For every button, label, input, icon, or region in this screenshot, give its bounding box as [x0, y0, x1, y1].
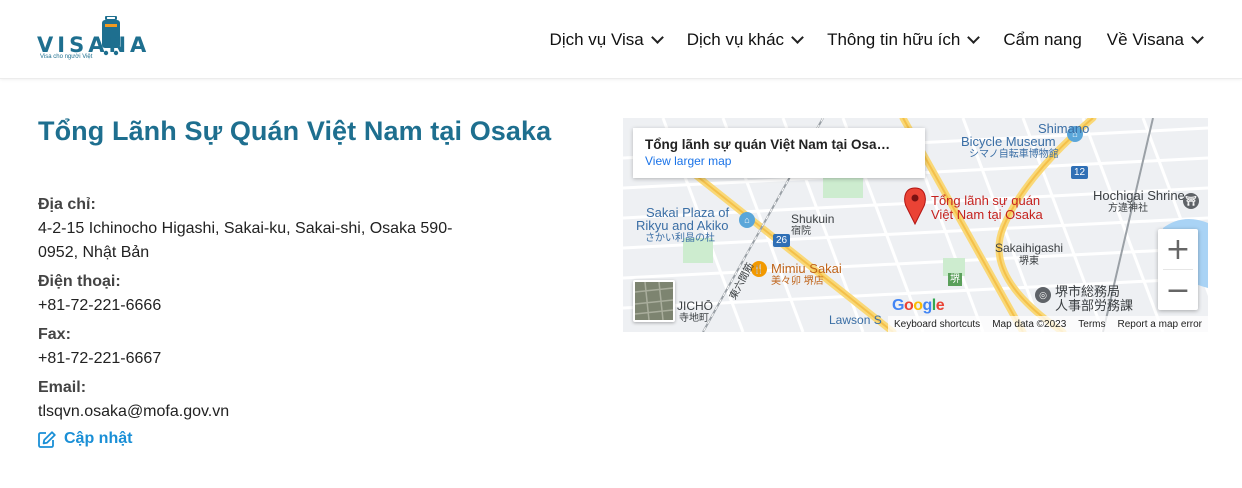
report-map-error-link[interactable]: Report a map error	[1118, 319, 1202, 330]
nav-item-handbook[interactable]: Cẩm nang	[1003, 30, 1081, 50]
visana-logo[interactable]: VISANA Visa cho người Việt	[37, 16, 146, 64]
satellite-thumbnail-icon	[635, 282, 673, 320]
shrine-icon[interactable]: ⛩	[1183, 193, 1199, 209]
nav-item-other-services[interactable]: Dịch vụ khác	[686, 29, 804, 50]
email-label: Email:	[38, 379, 87, 396]
map-label-sakai-sign: 堺	[948, 273, 962, 286]
office-icon[interactable]: ◎	[1035, 287, 1051, 303]
consulate-info: Địa chỉ: 4-2-15 Ichinocho Higashi, Sakai…	[38, 188, 508, 448]
view-larger-map-link[interactable]: View larger map	[645, 154, 913, 168]
zoom-controls: + −	[1158, 229, 1198, 310]
fax-label: Fax:	[38, 326, 71, 343]
main-nav: Dịch vụ Visa Dịch vụ khác Thông tin hữu …	[549, 0, 1204, 79]
logo-tagline: Visa cho người Việt	[40, 54, 93, 60]
chevron-down-icon	[791, 30, 804, 44]
map-label-mimiu-jp: 美々卯 堺店	[771, 276, 824, 287]
map-data-attribution: Map data ©2023	[992, 318, 1067, 330]
map-label-mimiu[interactable]: Mimiu Sakai	[771, 262, 842, 275]
terms-link[interactable]: Terms	[1078, 319, 1105, 330]
nav-item-useful-info[interactable]: Thông tin hữu ích	[827, 29, 981, 50]
route-badge-12: 12	[1071, 166, 1089, 179]
route-badge-26: 26	[773, 234, 791, 247]
map-label-bicycle-museum[interactable]: Bicycle Museum	[961, 135, 1056, 148]
map-label-lawson[interactable]: Lawson S	[829, 314, 882, 327]
site-header: VISANA Visa cho người Việt Dịch vụ Visa …	[0, 0, 1242, 79]
museum-icon[interactable]: ⌂	[739, 212, 755, 228]
address-line-2: 0952, Nhật Bản	[38, 244, 150, 261]
marker-label-line-1[interactable]: Tổng lãnh sự quán	[931, 194, 1040, 207]
marker-label-line-2[interactable]: Việt Nam tại Osaka	[931, 208, 1043, 221]
nav-item-about[interactable]: Về Visana	[1106, 29, 1204, 50]
address-label: Địa chỉ:	[38, 196, 96, 213]
nav-item-label: Dịch vụ Visa	[549, 29, 644, 49]
map-label-jicho-jp: 寺地町	[679, 313, 709, 324]
update-label: Cập nhật	[64, 430, 133, 447]
map-info-card: Tổng lãnh sự quán Việt Nam tại Osa… View…	[633, 128, 925, 178]
address-line-1: 4-2-15 Ichinocho Higashi, Sakai-ku, Saka…	[38, 220, 453, 237]
keyboard-shortcuts-link[interactable]: Keyboard shortcuts	[894, 319, 980, 330]
map-label-sakai-plaza-2[interactable]: Rikyu and Akiko	[636, 219, 729, 232]
nav-item-label: Về Visana	[1106, 29, 1184, 49]
email-value: tlsqvn.osaka@mofa.gov.vn	[38, 403, 230, 420]
map-label-city-office-2[interactable]: 人事部労務課	[1055, 299, 1133, 312]
satellite-toggle[interactable]	[633, 280, 675, 322]
map-label-shimano-jp: シマノ自転車博物館	[969, 149, 1059, 160]
google-logo: Google	[892, 297, 945, 314]
phone-label: Điện thoại:	[38, 273, 121, 290]
chevron-down-icon	[1191, 30, 1204, 44]
embedded-map[interactable]: ⌂ Shimano Bicycle Museum シマノ自転車博物館 Hochi…	[623, 118, 1208, 332]
chevron-down-icon	[967, 30, 981, 44]
phone-value: +81-72-221-6666	[38, 297, 162, 314]
map-footer: Keyboard shortcuts Map data ©2023 Terms …	[888, 316, 1208, 332]
map-label-city-office-1[interactable]: 堺市総務局	[1055, 285, 1120, 298]
update-link[interactable]: Cập nhật	[38, 430, 508, 448]
map-card-title: Tổng lãnh sự quán Việt Nam tại Osa…	[645, 137, 891, 152]
page-title: Tổng Lãnh Sự Quán Việt Nam tại Osaka	[38, 116, 552, 146]
map-label-shukuin-jp: 宿院	[791, 226, 811, 237]
nav-item-label: Dịch vụ khác	[686, 29, 785, 49]
edit-icon	[38, 430, 56, 448]
map-label-hochigai-jp: 方違神社	[1108, 203, 1148, 214]
zoom-in-button[interactable]: +	[1158, 229, 1198, 269]
zoom-out-button[interactable]: −	[1158, 270, 1198, 310]
map-label-sakai-plaza-jp: さかい利晶の杜	[645, 233, 715, 244]
nav-item-label: Cẩm nang	[1003, 29, 1082, 49]
nav-item-label: Thông tin hữu ích	[827, 29, 961, 49]
map-label-sakaihigashi-jp: 堺東	[1019, 256, 1039, 267]
map-label-hochigai-shrine[interactable]: Hochigai Shrine	[1093, 189, 1185, 202]
fax-value: +81-72-221-6667	[38, 350, 162, 367]
chevron-down-icon	[650, 30, 664, 44]
map-label-sakaihigashi[interactable]: Sakaihigashi	[995, 242, 1063, 255]
nav-item-visa-services[interactable]: Dịch vụ Visa	[549, 29, 664, 50]
